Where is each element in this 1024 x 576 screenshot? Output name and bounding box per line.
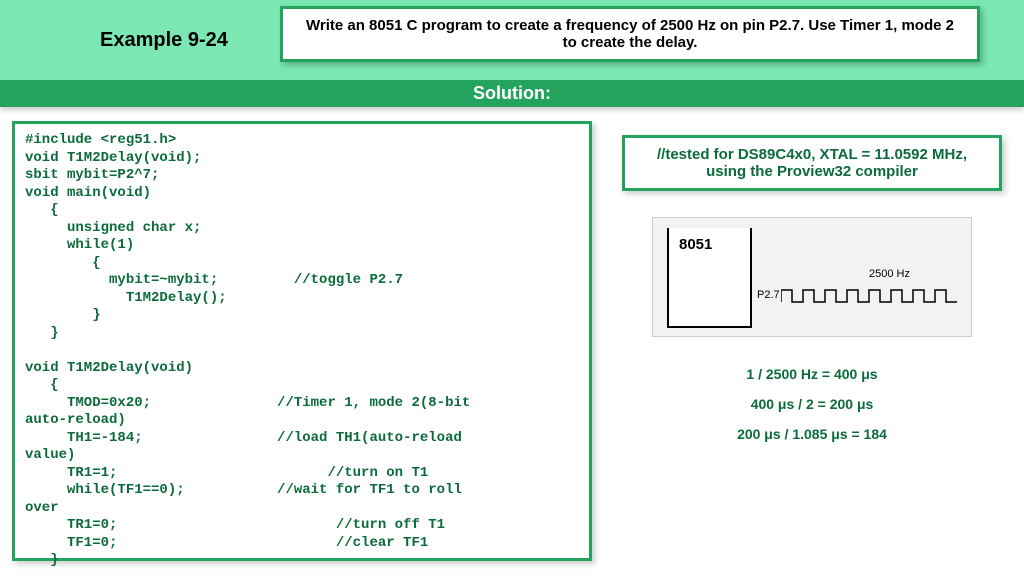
problem-statement: Write an 8051 C program to create a freq… <box>280 6 980 62</box>
calc-line-2: 400 μs / 2 = 200 μs <box>751 396 874 412</box>
solution-bar: Solution: <box>0 80 1024 107</box>
right-column: //tested for DS89C4x0, XTAL = 11.0592 MH… <box>612 121 1012 561</box>
square-wave-icon <box>781 286 961 306</box>
chip-diagram: 8051 P2.7 2500 Hz <box>652 217 972 337</box>
frequency-label: 2500 Hz <box>869 268 910 280</box>
example-label: Example 9-24 <box>100 29 228 52</box>
pin-label: P2.7 <box>757 289 780 301</box>
code-listing: #include <reg51.h> void T1M2Delay(void);… <box>12 121 592 561</box>
compiler-note: //tested for DS89C4x0, XTAL = 11.0592 MH… <box>622 135 1002 191</box>
chip-label: 8051 <box>679 236 712 253</box>
calc-line-1: 1 / 2500 Hz = 400 μs <box>746 366 877 382</box>
header-band: Example 9-24 Write an 8051 C program to … <box>0 0 1024 80</box>
content-area: #include <reg51.h> void T1M2Delay(void);… <box>0 107 1024 575</box>
calc-line-3: 200 μs / 1.085 μs = 184 <box>737 426 887 442</box>
